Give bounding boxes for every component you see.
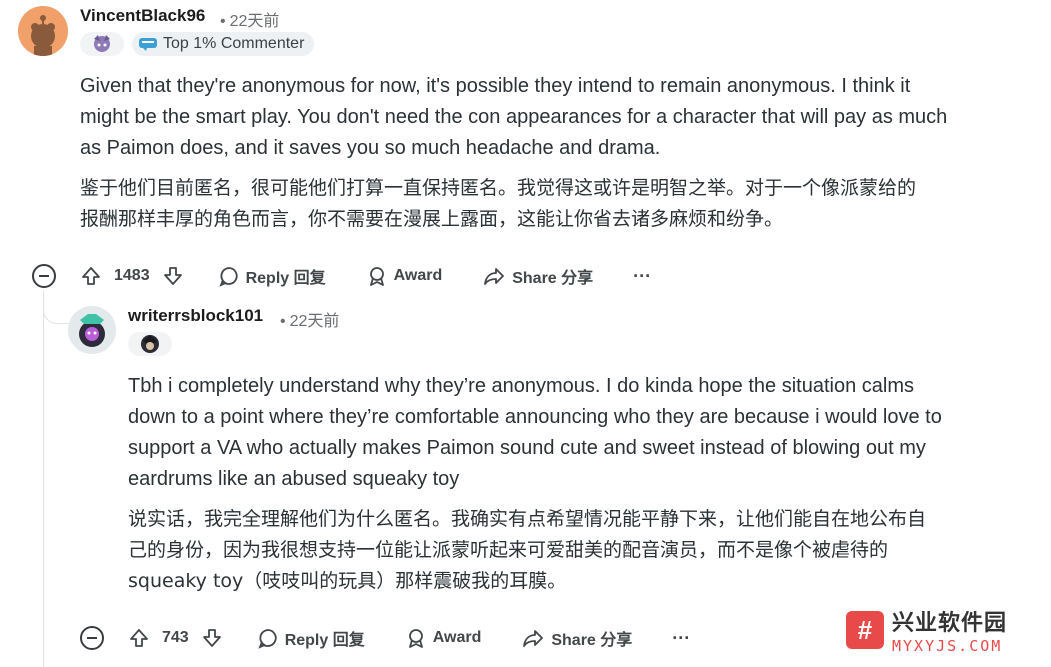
share-button[interactable]: Share 分享 xyxy=(521,626,632,650)
upvote-button[interactable] xyxy=(80,265,102,287)
upvote-icon xyxy=(130,629,148,647)
downvote-icon xyxy=(202,629,221,647)
share-icon xyxy=(484,268,505,285)
watermark-name: 兴业软件园 xyxy=(892,611,1008,636)
site-watermark: # 兴业软件园 MYXYJS.COM xyxy=(846,603,1041,657)
watermark-logo-icon: # xyxy=(846,611,884,649)
reply-button[interactable]: Reply 回复 xyxy=(218,264,326,288)
flair-image-icon xyxy=(80,32,124,56)
award-icon xyxy=(408,629,423,648)
award-icon xyxy=(369,267,384,286)
reply-bubble-icon xyxy=(218,267,238,287)
collapse-thread-button[interactable] xyxy=(80,626,104,650)
downvote-button[interactable] xyxy=(201,627,223,649)
comment-body-en: Given that they're anonymous for now, it… xyxy=(80,75,948,159)
author-name[interactable]: writerrsblock101 xyxy=(128,306,263,326)
top-commenter-badge: Top 1% Commenter xyxy=(132,32,315,56)
upvote-button[interactable] xyxy=(128,627,150,649)
comment-body-cn: 鉴于他们目前匿名，很可能他们打算一直保持匿名。我觉得这或许是明智之举。对于一个像… xyxy=(80,177,917,230)
collapse-thread-button[interactable] xyxy=(32,264,56,288)
avatar[interactable] xyxy=(68,306,116,354)
upvote-icon xyxy=(82,267,100,285)
commenter-badge-icon xyxy=(139,38,157,51)
watermark-url: MYXYJS.COM xyxy=(892,637,1003,655)
comment-actions: 1483 Reply 回复 Award Share 分享 ··· xyxy=(80,260,651,292)
avatar[interactable] xyxy=(18,6,68,56)
comment-body-cn: 说实话，我完全理解他们为什么匿名。我确实有点希望情况能平静下来，让他们能自在地公… xyxy=(128,508,927,592)
downvote-icon xyxy=(163,267,182,285)
downvote-button[interactable] xyxy=(162,265,184,287)
share-icon xyxy=(523,630,544,647)
character-avatar-icon xyxy=(68,306,116,354)
flair-image-icon xyxy=(128,332,172,356)
award-button[interactable]: Award xyxy=(405,627,481,649)
more-options-button[interactable]: ··· xyxy=(633,266,651,287)
reply-bubble-icon xyxy=(258,629,277,649)
snoo-avatar-icon xyxy=(18,6,68,56)
more-options-button[interactable]: ··· xyxy=(672,628,690,649)
author-name[interactable]: VincentBlack96 xyxy=(80,6,205,26)
comment-vincentblack96: VincentBlack96 • 22天前 Top 1% Commenter Gi… xyxy=(0,0,1051,300)
reply-button[interactable]: Reply 回复 xyxy=(257,626,365,650)
comment-time: • 22天前 xyxy=(220,13,280,30)
vote-count: 1483 xyxy=(114,267,150,284)
comment-time: • 22天前 xyxy=(280,313,340,330)
award-button[interactable]: Award xyxy=(366,265,442,287)
share-button[interactable]: Share 分享 xyxy=(482,264,593,288)
comment-actions: 743 Reply 回复 Award Share 分享 ··· xyxy=(128,622,690,654)
comment-body-en: Tbh i completely understand why they’re … xyxy=(128,375,942,490)
vote-count: 743 xyxy=(162,629,189,646)
